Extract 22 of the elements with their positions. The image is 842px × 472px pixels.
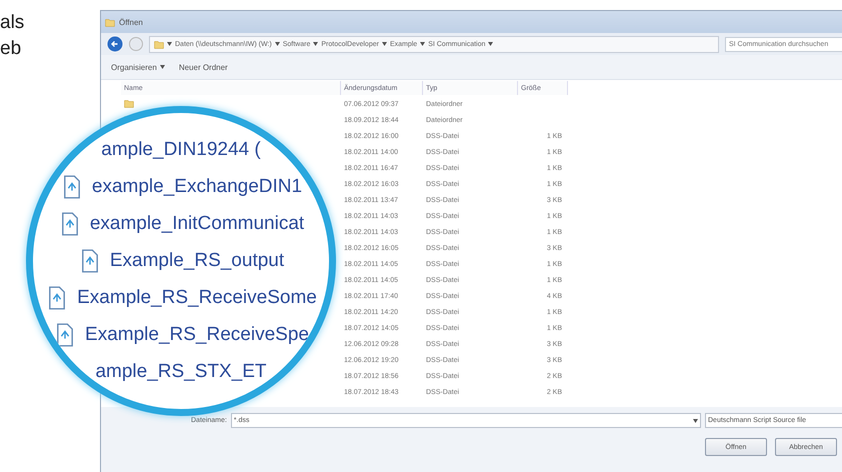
file-name: example_InitCommunicat bbox=[90, 213, 304, 235]
caret-icon[interactable] bbox=[274, 42, 280, 46]
folder-icon bbox=[105, 18, 115, 26]
new-folder-button[interactable]: Neuer Ordner bbox=[178, 62, 228, 72]
caret-icon[interactable] bbox=[488, 42, 494, 46]
caret-icon[interactable] bbox=[382, 42, 387, 46]
page-text-fragment: eb bbox=[0, 38, 22, 60]
file-name: Example_RS_ReceiveSome bbox=[77, 287, 317, 309]
file-name: example_ExchangeDIN1 bbox=[92, 176, 302, 198]
folder-icon bbox=[154, 40, 164, 48]
file-name: ample_DIN19244 ( bbox=[101, 139, 261, 161]
caret-icon bbox=[160, 65, 165, 69]
window-title: Öffnen bbox=[119, 18, 143, 26]
organize-menu[interactable]: Organisieren bbox=[111, 62, 165, 72]
caret-icon[interactable] bbox=[313, 42, 318, 46]
page-text-fragment: als bbox=[0, 12, 26, 34]
caret-icon[interactable] bbox=[420, 42, 426, 46]
file-name: ample_RS_STX_ET bbox=[95, 361, 267, 383]
file-name: Example_RS_output bbox=[110, 250, 284, 272]
file-name: Example_RS_ReceiveSpe bbox=[85, 324, 309, 346]
caret-icon[interactable] bbox=[167, 42, 172, 46]
caret-icon[interactable] bbox=[693, 418, 698, 422]
